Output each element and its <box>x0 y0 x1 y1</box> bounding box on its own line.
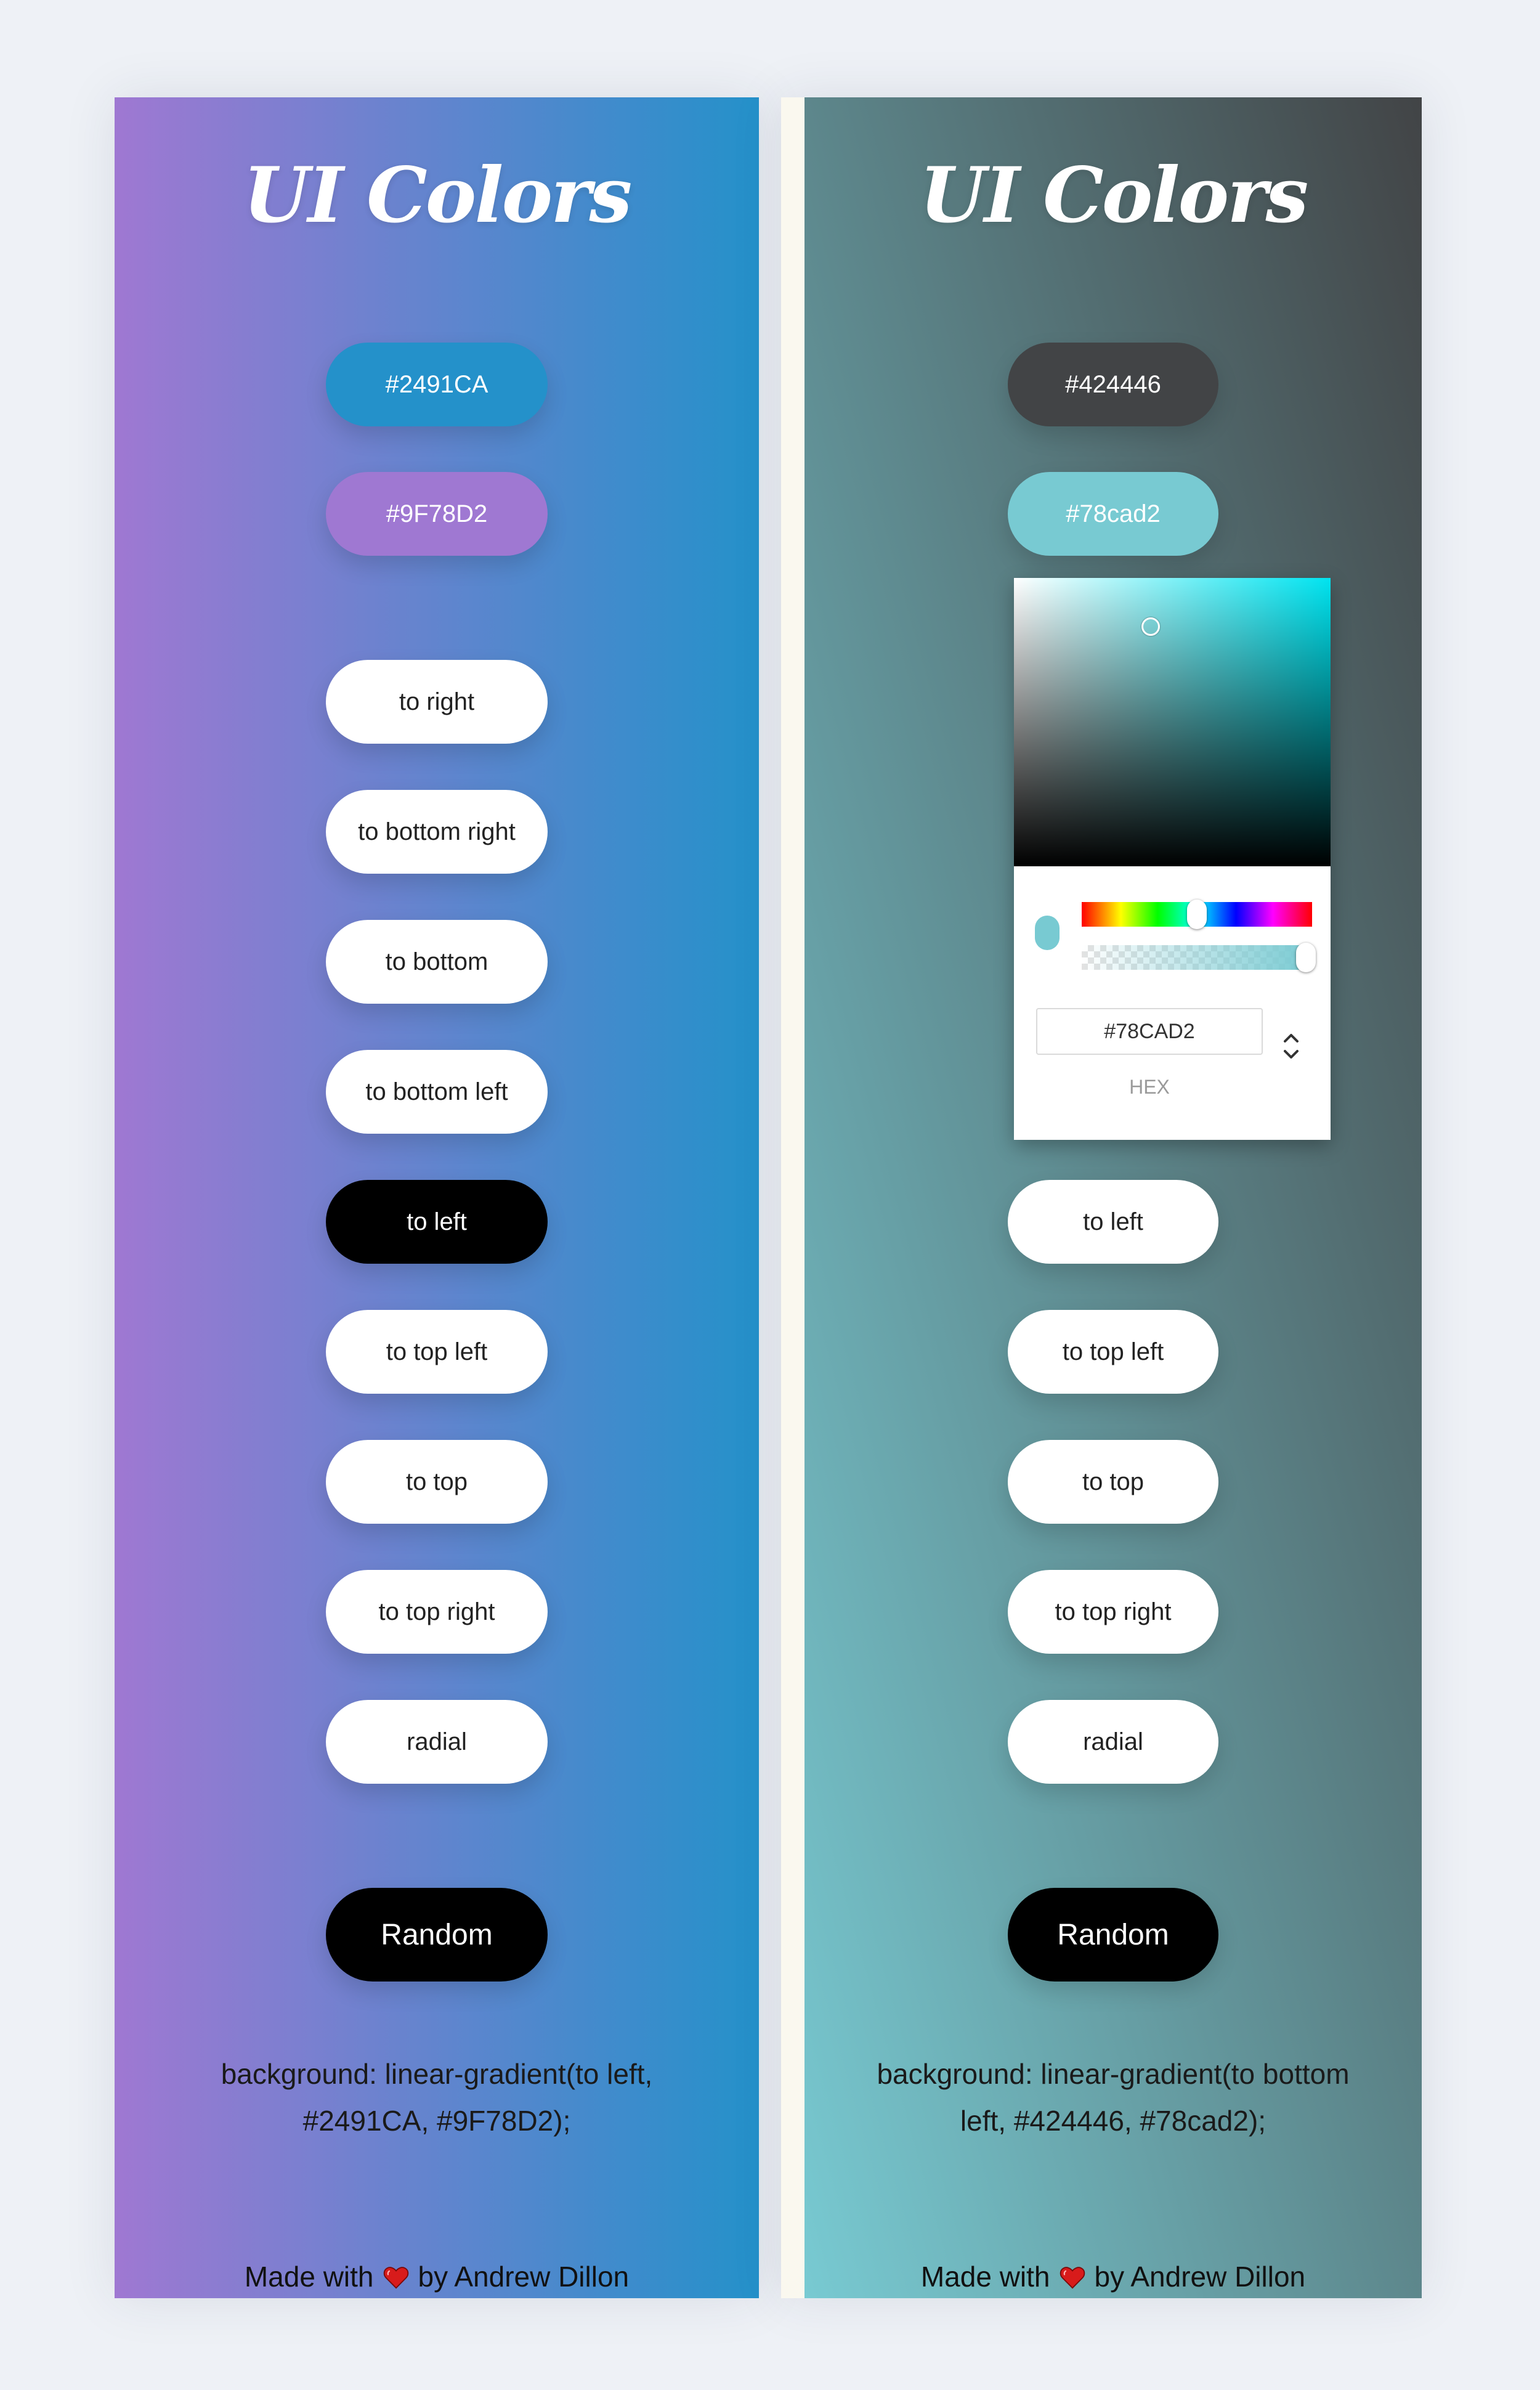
hex-input[interactable] <box>1036 1008 1263 1055</box>
color-picker-popover: HEX <box>1014 578 1331 1140</box>
direction-radial-button[interactable]: radial <box>1008 1700 1218 1784</box>
footer-prefix: Made with <box>920 2261 1050 2293</box>
random-button[interactable]: Random <box>326 1888 548 1982</box>
footer-prefix: Made with <box>244 2261 374 2293</box>
direction-radial-button[interactable]: radial <box>326 1700 548 1784</box>
direction-to-right-button[interactable]: to right <box>326 660 548 744</box>
app-title: UI Colors <box>919 151 1309 240</box>
footer: Made with by Andrew Dillon <box>115 2255 759 2298</box>
direction-to-bottom-button[interactable]: to bottom <box>326 920 548 1004</box>
direction-to-top-left-button[interactable]: to top left <box>1008 1310 1218 1394</box>
css-output-text: background: linear-gradient(to bottom le… <box>877 2058 1350 2137</box>
alpha-slider[interactable] <box>1082 945 1312 970</box>
color-one-button[interactable]: #2491CA <box>326 343 548 426</box>
gradient-app-right: UI Colors #424446 #78cad2 HEX to <box>804 97 1422 2298</box>
direction-to-top-left-button[interactable]: to top left <box>326 1310 548 1394</box>
app-title: UI Colors <box>243 151 633 240</box>
saturation-handle[interactable] <box>1141 617 1160 636</box>
saturation-field[interactable] <box>1014 578 1331 866</box>
left-screenshot: UI Colors #2491CA #9F78D2 to right to bo… <box>115 97 759 2298</box>
heart-icon <box>1059 2260 1086 2298</box>
color-two-button[interactable]: #78cad2 <box>1008 472 1218 556</box>
footer: Made with by Andrew Dillon <box>804 2255 1422 2298</box>
right-screenshot: UI Colors #424446 #78cad2 HEX to <box>781 97 1422 2298</box>
direction-to-top-right-button[interactable]: to top right <box>326 1570 548 1654</box>
direction-to-left-button[interactable]: to left <box>326 1180 548 1264</box>
direction-to-top-button[interactable]: to top <box>1008 1440 1218 1524</box>
alpha-slider-handle[interactable] <box>1296 943 1316 972</box>
direction-to-top-right-button[interactable]: to top right <box>1008 1570 1218 1654</box>
color-one-button[interactable]: #424446 <box>1008 343 1218 426</box>
gradient-app-left: UI Colors #2491CA #9F78D2 to right to bo… <box>115 97 759 2298</box>
color-two-button[interactable]: #9F78D2 <box>326 472 548 556</box>
hue-slider-handle[interactable] <box>1187 900 1207 929</box>
direction-to-top-button[interactable]: to top <box>326 1440 548 1524</box>
direction-to-bottom-right-button[interactable]: to bottom right <box>326 790 548 874</box>
direction-to-bottom-left-button[interactable]: to bottom left <box>326 1050 548 1134</box>
css-output-text: background: linear-gradient(to left, #24… <box>221 2058 653 2137</box>
hex-mode-label: HEX <box>1129 1076 1170 1098</box>
footer-suffix: by Andrew Dillon <box>1094 2261 1306 2293</box>
color-preview-swatch <box>1035 916 1060 950</box>
chevron-up-down-icon[interactable] <box>1279 1028 1303 1065</box>
direction-to-left-button[interactable]: to left <box>1008 1180 1218 1264</box>
heart-icon <box>383 2260 410 2298</box>
random-button[interactable]: Random <box>1008 1888 1218 1982</box>
footer-suffix: by Andrew Dillon <box>418 2261 630 2293</box>
